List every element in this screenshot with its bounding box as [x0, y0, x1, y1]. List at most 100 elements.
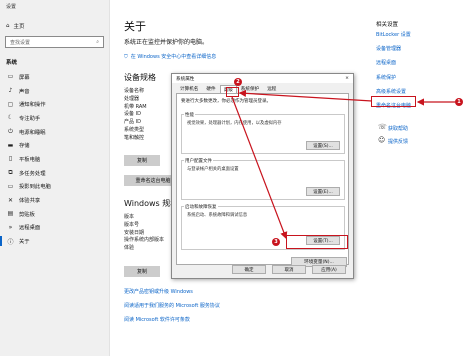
- sidebar-section-label: 系统: [6, 60, 18, 66]
- group-title: 启动和故障恢复: [184, 204, 218, 210]
- step-marker-3: 3: [272, 238, 280, 246]
- power-icon: ⏻: [8, 127, 13, 135]
- remote-desktop-link[interactable]: 远程桌面: [376, 59, 396, 66]
- change-product-key-link[interactable]: 更改产品密钥或升级 Windows: [124, 288, 193, 295]
- performance-group: 性能 视觉效果，处理器计划，内存使用，以及虚拟内存 设置(S)...: [181, 112, 345, 154]
- group-text: 视觉效果，处理器计划，内存使用，以及虚拟内存: [187, 121, 282, 126]
- search-placeholder: 查找设置: [10, 39, 31, 46]
- sidebar-item-notifications[interactable]: ▢ 通知和操作: [0, 97, 110, 111]
- service-agreement-link[interactable]: 阅读适用于我们服务的 Microsoft 服务协议: [124, 302, 220, 309]
- device-manager-link[interactable]: 设备管理器: [376, 45, 401, 52]
- ok-button[interactable]: 确定: [232, 265, 266, 274]
- sidebar-item-multitasking[interactable]: ⧉ 多任务处理: [0, 166, 110, 180]
- copy-windows-spec-button[interactable]: 复制: [124, 266, 160, 277]
- sidebar-item-tablet[interactable]: ▯ 平板电脑: [0, 152, 110, 166]
- sidebar-item-shared[interactable]: ✕ 体验共享: [0, 193, 110, 207]
- sidebar-item-clipboard[interactable]: ▤ 剪贴板: [0, 207, 110, 221]
- multitasking-icon: ⧉: [8, 168, 13, 176]
- windows-spec-list: 版本 版本号 安装日期 操作系统内部版本 体验: [124, 213, 164, 252]
- sidebar-item-about[interactable]: ⓘ 关于: [0, 234, 110, 248]
- sidebar-item-label: 专注助手: [19, 115, 41, 122]
- tab-remote[interactable]: 远程: [263, 85, 280, 93]
- device-spec-heading: 设备规格: [124, 73, 156, 82]
- sidebar-item-projecting[interactable]: ▭ 投影到此电脑: [0, 180, 110, 194]
- notification-icon: ▢: [7, 100, 14, 108]
- group-title: 用户配置文件: [184, 158, 213, 164]
- group-title: 性能: [184, 112, 195, 118]
- security-center-link-label: 在 Windows 安全中心中查看详细信息: [130, 54, 217, 60]
- sidebar-item-label: 关于: [19, 239, 30, 246]
- spec-row: 设备 ID: [124, 111, 141, 118]
- sidebar-item-label: 多任务处理: [19, 170, 46, 177]
- group-text: 与登录帐户相关的桌面设置: [187, 167, 239, 172]
- user-profiles-settings-button[interactable]: 设置(E)...: [306, 187, 340, 196]
- feedback-link[interactable]: 提供反馈: [388, 138, 408, 145]
- spec-row: 版本号: [124, 221, 140, 228]
- projecting-icon: ▭: [7, 182, 14, 190]
- copy-button[interactable]: 复制: [124, 155, 160, 166]
- sidebar-item-label: 体验共享: [19, 198, 41, 205]
- sidebar-item-power[interactable]: ⏻ 电源和睡眠: [0, 125, 110, 139]
- tab-hardware[interactable]: 硬件: [202, 85, 219, 93]
- remote-desktop-icon: »: [8, 223, 13, 231]
- home-icon: ⌂: [6, 23, 10, 29]
- group-text: 系统启动、系统故障和调试信息: [187, 213, 248, 218]
- bitlocker-link[interactable]: BitLocker 设置: [376, 31, 411, 38]
- apply-button[interactable]: 应用(A): [312, 265, 346, 274]
- close-icon[interactable]: ×: [345, 76, 349, 81]
- protection-status: 系统正在监控并保护你的电脑。: [124, 39, 209, 46]
- related-settings-heading: 相关设置: [376, 22, 399, 28]
- spec-row: 体验: [124, 245, 135, 252]
- spec-row: 操作系统内部版本: [124, 237, 165, 244]
- sidebar-item-label: 平板电脑: [19, 156, 41, 163]
- spec-row: 笔和触控: [124, 134, 145, 141]
- spec-row: 机带 RAM: [124, 103, 147, 110]
- sidebar-item-label: 剪贴板: [19, 211, 35, 218]
- window-title: 设置: [6, 4, 17, 10]
- storage-icon: ▬: [7, 141, 14, 149]
- device-spec-list: 设备名称 处理器 机带 RAM 设备 ID 产品 ID 系统类型 笔和触控: [124, 87, 147, 142]
- sound-icon: ♪: [8, 87, 13, 95]
- highlight-env-button: [286, 235, 348, 249]
- nav-home-label: 主页: [13, 24, 25, 30]
- sidebar-nav-list: ▭ 屏幕 ♪ 声音 ▢ 通知和操作 ☾ 专注助手 ⏻ 电源和睡眠 ▬ 存储 ▯ 平板电脑 ⧉ 多…: [0, 70, 110, 248]
- sidebar-item-label: 远程桌面: [19, 225, 41, 232]
- spec-row: 安装日期: [124, 229, 145, 236]
- get-help-link[interactable]: 获取帮助: [388, 125, 408, 132]
- license-terms-link[interactable]: 阅读 Microsoft 软件许可条款: [124, 316, 190, 323]
- security-center-link[interactable]: ⛉ 在 Windows 安全中心中查看详细信息: [124, 53, 217, 61]
- spec-row: 系统类型: [124, 126, 145, 133]
- clipboard-icon: ▤: [7, 210, 14, 218]
- step-marker-2: 2: [234, 78, 242, 86]
- settings-sidebar: 设置 ⌂ 主页 查找设置 ⌕ 系统 ▭ 屏幕 ♪ 声音 ▢ 通知和操作 ☾ 专注助手 ⏻…: [0, 0, 110, 356]
- admin-note: 要进行大多数更改，你必须作为管理员登录。: [181, 99, 271, 104]
- help-icon: ☏: [378, 123, 387, 131]
- highlight-advanced-tab: [226, 87, 239, 97]
- sidebar-item-display[interactable]: ▭ 屏幕: [0, 70, 110, 84]
- advanced-system-settings-link[interactable]: 高级系统设置: [376, 88, 406, 95]
- tab-system-protection[interactable]: 系统保护: [237, 85, 263, 93]
- system-protection-link[interactable]: 系统保护: [376, 74, 396, 81]
- highlight-advanced-settings: [371, 96, 416, 107]
- sidebar-item-focus[interactable]: ☾ 专注助手: [0, 111, 110, 125]
- dialog-titlebar[interactable]: 系统属性 ×: [172, 74, 353, 83]
- page-title: 关于: [124, 20, 146, 33]
- sidebar-item-label: 屏幕: [19, 74, 30, 81]
- tab-computer-name[interactable]: 计算机名: [176, 85, 202, 93]
- sidebar-item-label: 电源和睡眠: [19, 129, 46, 136]
- display-icon: ▭: [7, 73, 14, 81]
- sidebar-item-label: 声音: [19, 88, 30, 95]
- performance-settings-button[interactable]: 设置(S)...: [306, 141, 340, 150]
- focus-assist-icon: ☾: [7, 114, 14, 122]
- cancel-button[interactable]: 取消: [272, 265, 306, 274]
- sidebar-item-remote[interactable]: » 远程桌面: [0, 221, 110, 235]
- sidebar-item-sound[interactable]: ♪ 声音: [0, 84, 110, 98]
- nav-home[interactable]: ⌂ 主页: [6, 22, 25, 30]
- dialog-title: 系统属性: [176, 76, 195, 82]
- about-icon: ⓘ: [7, 238, 14, 246]
- spec-row: 产品 ID: [124, 119, 141, 126]
- sidebar-item-storage[interactable]: ▬ 存储: [0, 138, 110, 152]
- search-input[interactable]: 查找设置 ⌕: [5, 36, 104, 48]
- search-icon: ⌕: [96, 39, 99, 45]
- sidebar-item-label: 通知和操作: [19, 102, 46, 109]
